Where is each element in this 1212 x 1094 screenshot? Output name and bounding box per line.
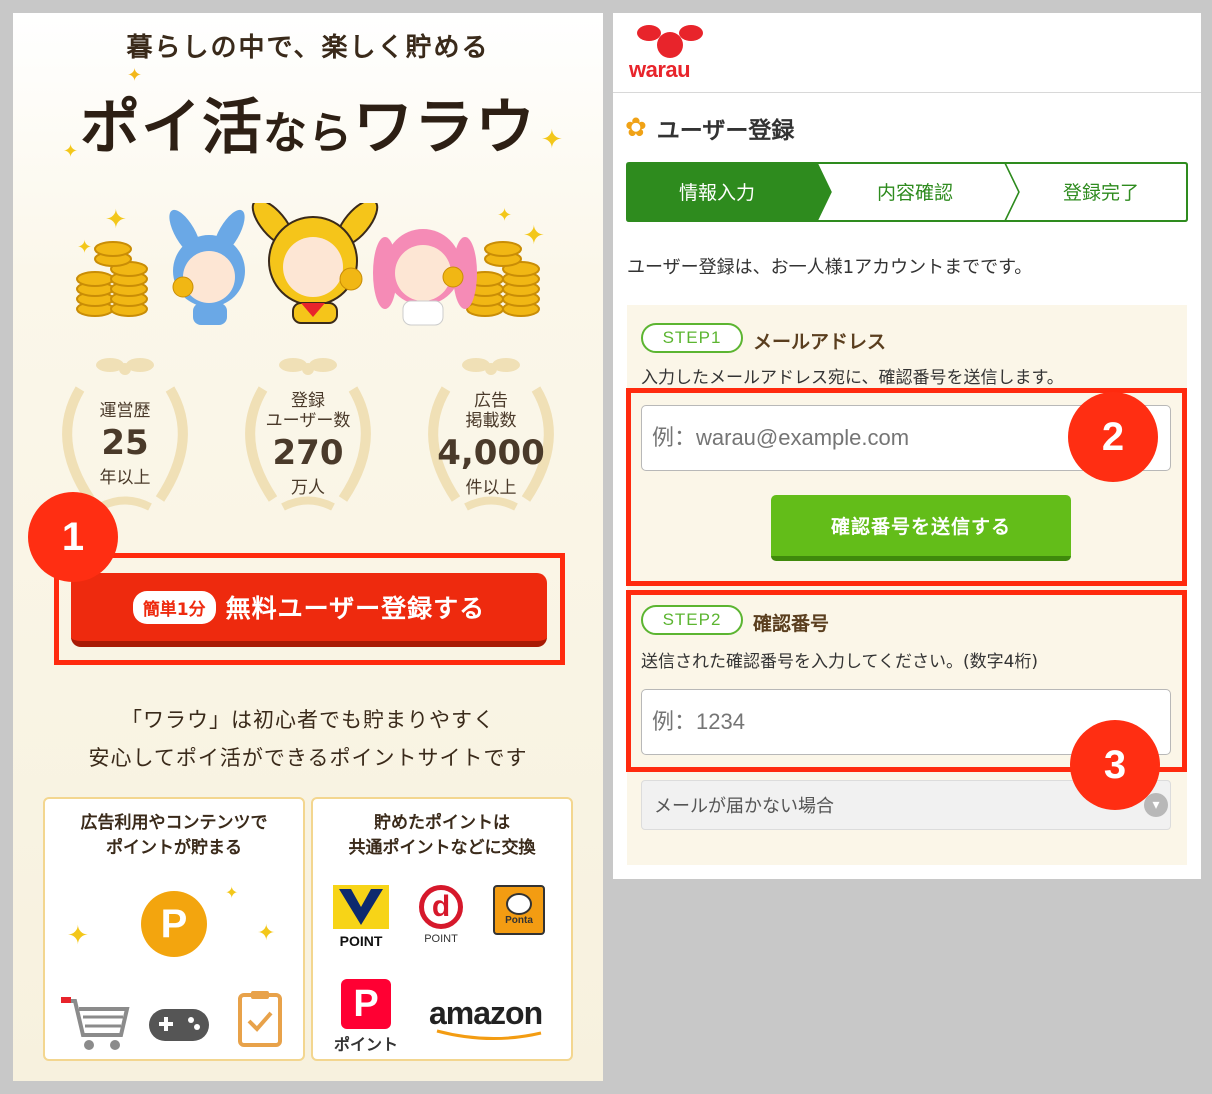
v-point-text: POINT (339, 933, 383, 949)
cart-icon (61, 997, 130, 1050)
paypay-mark: P (341, 979, 391, 1029)
paypay-text: ポイント (333, 1035, 398, 1054)
callout-badge-2: 2 (1068, 392, 1158, 482)
clipboard-icon (238, 991, 282, 1047)
sparkle-icon: ✦ (497, 205, 513, 226)
gear-icon: ✿ (625, 113, 647, 143)
chevron-down-icon: ▾ (1144, 793, 1168, 817)
no-mail-label: メールが届かない場合 (654, 796, 834, 817)
sparkle-icon: ✦ (523, 221, 545, 251)
step1-name: メールアドレス (753, 331, 887, 353)
callout-badge-1: 1 (28, 492, 118, 582)
warau-mascot-icon (637, 25, 703, 58)
stat-users: 登録 ユーザー数 270 万人 (223, 349, 393, 519)
stat-label: 掲載数 (465, 411, 517, 431)
gamepad-icon (149, 1009, 209, 1041)
stat-label: 登録 (291, 391, 325, 411)
step1-help: 入力したメールアドレス宛に、確認番号を送信します。 (641, 368, 1064, 388)
sparkle-icon: ✦ (541, 125, 563, 155)
amazon-smile-icon (436, 1029, 542, 1041)
d-point-mark: d (419, 885, 463, 929)
stat-number: 270 (272, 433, 344, 473)
step-info-input: 情報入力 (679, 182, 755, 204)
sparkle-icon: ✦ (67, 921, 89, 951)
ponta-logo: Ponta (493, 885, 545, 935)
ponta-face-icon (506, 893, 532, 915)
d-point-logo: d POINT (413, 885, 469, 949)
stat-unit: 件以上 (465, 478, 517, 498)
sparkle-icon: ✦ (77, 237, 93, 258)
point-icon: P (141, 891, 207, 957)
v-point-logo: POINT (333, 885, 389, 949)
stat-number: 25 (101, 423, 149, 463)
stat-ads: 広告 掲載数 4,000 件以上 (406, 349, 576, 519)
amazon-logo: amazon (429, 995, 559, 1045)
progress-steps: 情報入力 内容確認 登録完了 (626, 162, 1188, 222)
coin-stacks-and-characters (76, 199, 540, 326)
ponta-text: Ponta (505, 915, 533, 926)
description-line: 安心してポイ活ができるポイントサイトです (88, 746, 528, 770)
exchange-points-card: 貯めたポイントは 共通ポイントなどに交換 POINT d POINT Ponta… (311, 797, 573, 1061)
site-header: warau (613, 13, 1201, 93)
card-title-line: 共通ポイントなどに交換 (348, 838, 536, 858)
card-title-line: ポイントが貯まる (106, 838, 242, 858)
d-point-text: POINT (424, 933, 458, 945)
step-confirm: 内容確認 (877, 182, 953, 204)
tagline: 暮らしの中で、楽しく貯める (126, 33, 490, 63)
sparkle-icon: ✦ (127, 65, 143, 86)
signup-label: 無料ユーザー登録する (225, 594, 486, 623)
logo-part3: ワラウ (353, 93, 536, 163)
stat-label: 運営歴 (99, 401, 151, 421)
page-title: ✿ ユーザー登録 (625, 111, 794, 145)
logo-part2: なら (263, 108, 353, 159)
mascot-illustration: ✦ ✦ ✦ ✦ (13, 199, 603, 333)
page-title-text: ユーザー登録 (656, 118, 795, 144)
sparkle-icon: ✦ (257, 921, 276, 946)
registration-note: ユーザー登録は、お一人様1アカウントまでです。 (627, 257, 1033, 278)
sparkle-icon: ✦ (225, 883, 239, 902)
sparkle-icon: ✦ (105, 205, 127, 235)
sparkle-icon: ✦ (63, 141, 79, 162)
earn-points-card: 広告利用やコンテンツで ポイントが貯まる P ✦ ✦ ✦ (43, 797, 305, 1061)
step-complete: 登録完了 (1063, 182, 1139, 204)
stat-unit: 年以上 (99, 468, 151, 488)
amazon-text: amazon (429, 995, 543, 1031)
site-description: 「ワラウ」は初心者でも貯まりやすく 安心してポイ活ができるポイントサイトです (13, 701, 603, 777)
step1-tag: STEP1 (641, 323, 743, 353)
stat-label: 広告 (474, 391, 508, 411)
card-title: 貯めたポイントは 共通ポイントなどに交換 (313, 811, 571, 861)
card-title-line: 貯めたポイントは (374, 813, 510, 833)
warau-logo[interactable]: warau (629, 57, 691, 83)
stat-label: ユーザー数 (265, 411, 351, 431)
paypay-point-logo: P ポイント (331, 979, 401, 1055)
logo-part1: ポイ活 (80, 93, 263, 163)
stat-unit: 万人 (291, 478, 325, 498)
card-title-line: 広告利用やコンテンツで (80, 813, 268, 833)
site-logo: ポイ活ならワラウ (13, 79, 603, 166)
v-point-mark (333, 885, 389, 929)
easy-badge: 簡単1分 (132, 590, 216, 624)
description-line: 「ワラウ」は初心者でも貯まりやすく (121, 708, 495, 732)
stat-number: 4,000 (437, 433, 545, 473)
callout-badge-3: 3 (1070, 720, 1160, 810)
free-signup-button[interactable]: 簡単1分 無料ユーザー登録する (71, 573, 547, 647)
card-title: 広告利用やコンテンツで ポイントが貯まる (45, 811, 303, 861)
